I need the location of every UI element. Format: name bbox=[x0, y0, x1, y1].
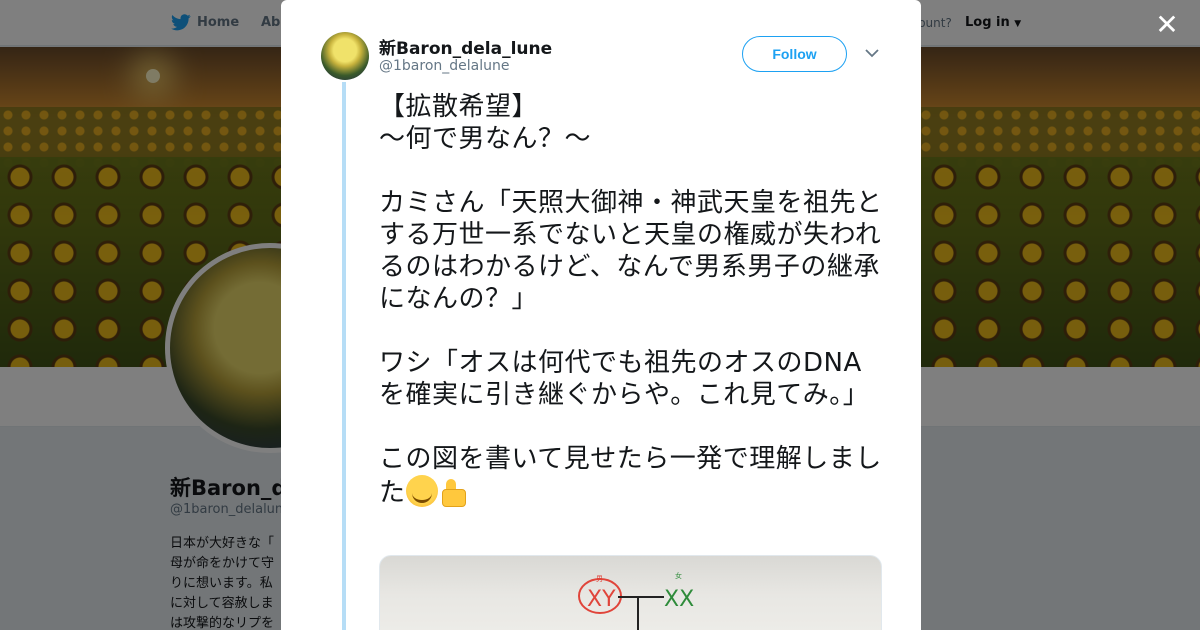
author-name[interactable]: 新Baron_dela_lune bbox=[379, 34, 552, 59]
male-ruby: 男 bbox=[596, 575, 603, 583]
tweet-line: ワシ「オスは何代でも祖先のオスのDNAを確実に引き継ぐからや。これ見てみ。」 bbox=[379, 348, 870, 410]
tweet-modal: 新Baron_dela_lune @1baron_delalune Follow… bbox=[281, 0, 921, 630]
thumbs-up-emoji bbox=[438, 475, 470, 507]
tweet-line-last: この図を書いて見せたら一発で理解しました bbox=[379, 443, 887, 509]
tweet-line: 【拡散希望】 bbox=[379, 92, 539, 122]
thread-line bbox=[342, 82, 346, 630]
female-ruby: 女 bbox=[675, 571, 682, 580]
xx-label: XX bbox=[664, 587, 694, 612]
tweet-attached-image[interactable]: XY 男 XX 女 bbox=[379, 555, 882, 630]
tweet-line: ～何で男なん？～ bbox=[379, 124, 592, 154]
xy-label: XY bbox=[587, 587, 616, 612]
close-icon[interactable]: ✕ bbox=[1152, 10, 1182, 40]
follow-button[interactable]: Follow bbox=[742, 36, 847, 72]
tweet-line: カミさん「天照大御神・神武天皇を祖先とする万世一系でないと天皇の権威が失われるの… bbox=[379, 188, 883, 314]
tweet-text: 【拡散希望】 ～何で男なん？～ カミさん「天照大御神・神武天皇を祖先とする万世一… bbox=[379, 91, 887, 509]
tweet-line bbox=[379, 411, 887, 443]
author-handle[interactable]: @1baron_delalune bbox=[379, 58, 509, 74]
tweet-line bbox=[379, 315, 887, 347]
smiling-face-emoji bbox=[405, 475, 438, 507]
author-avatar[interactable] bbox=[321, 32, 369, 80]
tweet-line bbox=[379, 155, 887, 187]
chevron-down-icon[interactable] bbox=[864, 45, 880, 61]
genetics-diagram: XY 男 XX 女 bbox=[578, 571, 694, 630]
